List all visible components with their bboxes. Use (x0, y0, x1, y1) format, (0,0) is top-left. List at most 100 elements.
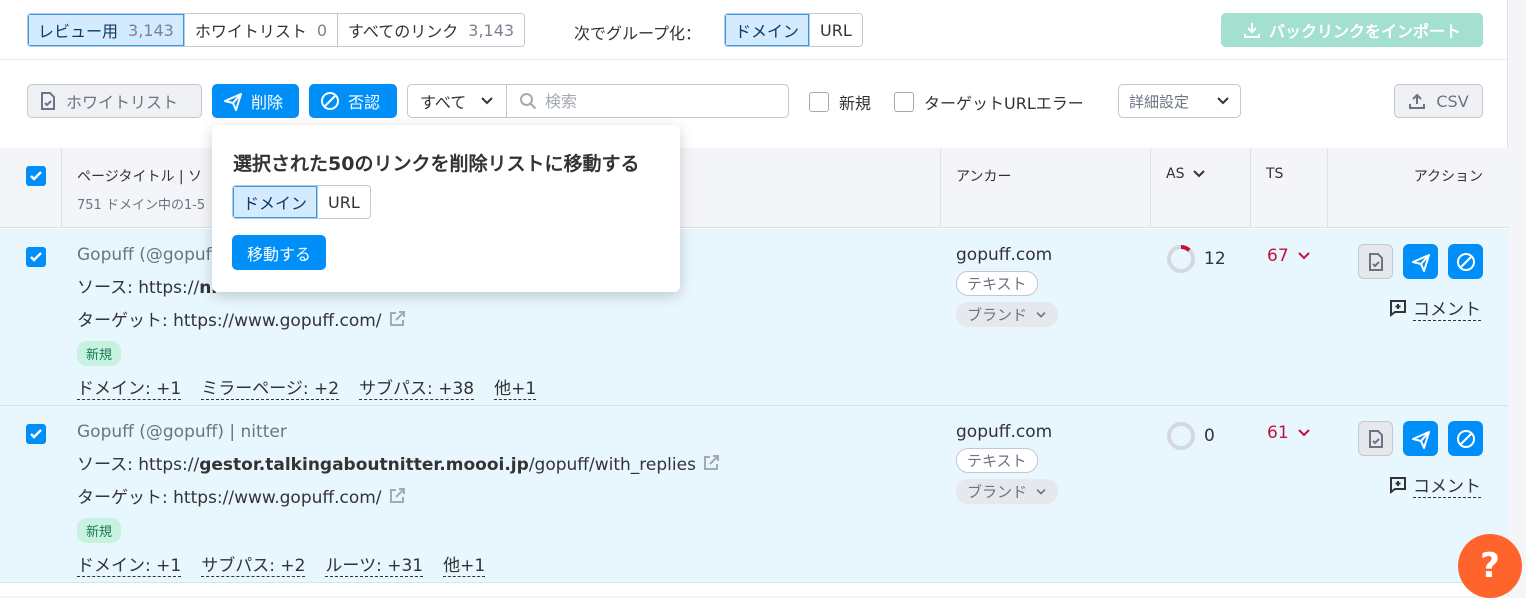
new-badge: 新規 (77, 518, 122, 543)
mirror-page-link[interactable]: ミラーページ: +2 (201, 374, 340, 400)
whitelist-doc-icon (1368, 252, 1383, 271)
anchor-cell: gopuff.com テキスト ブランド (956, 245, 1059, 327)
anchor-type-pill: テキスト (956, 448, 1038, 473)
popup-option-domain[interactable]: ドメイン (233, 186, 319, 218)
disavow-button[interactable]: 否認 (309, 84, 397, 118)
col-as[interactable]: AS (1151, 148, 1251, 228)
move-button[interactable]: 移動する (232, 235, 326, 270)
chevron-down-icon (481, 97, 493, 105)
group-by-url[interactable]: URL (810, 14, 862, 46)
row-whitelist-button[interactable] (1358, 421, 1393, 456)
search-icon (520, 93, 537, 110)
popup-option-url[interactable]: URL (318, 186, 370, 218)
whitelist-doc-icon (41, 92, 55, 110)
list-tabs: レビュー用 3,143 ホワイトリスト 0 すべてのリンク 3,143 (27, 13, 526, 47)
col-anchor: アンカー (941, 148, 1151, 228)
delete-button[interactable]: 削除 (212, 84, 299, 118)
other-link[interactable]: 他+1 (443, 551, 486, 577)
search-input[interactable] (545, 91, 765, 111)
send-icon (224, 93, 242, 111)
row-checkbox[interactable] (26, 424, 46, 444)
table-row: Gopuff (@gopuff) | nitter ソース: https://g… (0, 406, 1508, 583)
tab-all-links-count: 3,143 (468, 20, 515, 40)
target-line: ターゲット: https://www.gopuff.com/ (77, 306, 536, 331)
anchor-tag-dropdown[interactable]: ブランド (956, 302, 1059, 327)
ts-score[interactable]: 67 (1267, 246, 1311, 266)
as-gauge (1167, 245, 1195, 273)
link-group: ドメイン: +1 サブパス: +2 ルーツ: +31 他+1 (77, 551, 720, 577)
subpath-link[interactable]: サブパス: +2 (201, 551, 306, 577)
target-url-error-filter[interactable]: ターゲットURLエラー (894, 90, 1084, 114)
import-backlinks-button[interactable]: バックリンクをインポート (1221, 13, 1483, 47)
ban-icon (1456, 429, 1475, 448)
check-icon (30, 171, 42, 181)
roots-link[interactable]: ルーツ: +31 (325, 551, 424, 577)
add-comment-icon (1390, 300, 1406, 317)
as-score: 12 (1166, 244, 1226, 274)
backlink-audit-panel: レビュー用 3,143 ホワイトリスト 0 すべてのリンク 3,143 次でグループ化… (0, 0, 1508, 596)
move-to-delete-popup: 選択された50のリンクを削除リストに移動する ドメイン URL 移動する (212, 125, 680, 292)
whitelist-doc-icon (1368, 429, 1383, 448)
ban-icon (321, 92, 339, 110)
other-link[interactable]: 他+1 (494, 374, 537, 400)
comment-button[interactable]: コメント (1389, 472, 1481, 498)
tab-review[interactable]: レビュー用 3,143 (28, 14, 185, 46)
filter-select[interactable]: すべて (407, 84, 507, 118)
tab-all-links[interactable]: すべてのリンク 3,143 (338, 14, 525, 46)
check-icon (30, 252, 42, 262)
row-delete-button[interactable] (1403, 421, 1438, 456)
whitelist-button[interactable]: ホワイトリスト (27, 84, 202, 118)
upload-icon (1409, 93, 1426, 109)
anchor-cell: gopuff.com テキスト ブランド (956, 422, 1059, 504)
help-button[interactable]: ? (1458, 534, 1522, 598)
page-title: Gopuff (@gopuff) | nitter (77, 422, 287, 442)
row-details: Gopuff (@gopuff) | nitter ソース: https://g… (77, 422, 720, 577)
new-filter[interactable]: 新規 (809, 90, 871, 114)
group-by-domain[interactable]: ドメイン (725, 14, 811, 46)
chevron-down-icon (1036, 488, 1046, 495)
tab-whitelist-count: 0 (316, 20, 328, 40)
row-disavow-button[interactable] (1448, 421, 1483, 456)
csv-export-button[interactable]: CSV (1394, 84, 1483, 118)
ts-score[interactable]: 61 (1267, 423, 1311, 443)
target-url-error-checkbox[interactable] (894, 92, 914, 112)
add-comment-icon (1390, 477, 1406, 494)
link-group: ドメイン: +1 ミラーページ: +2 サブパス: +38 他+1 (77, 374, 537, 400)
external-link-icon[interactable] (388, 310, 406, 328)
external-link-icon[interactable] (702, 454, 720, 472)
chevron-down-icon (1297, 429, 1310, 437)
anchor-text: gopuff.com (956, 422, 1053, 442)
tab-whitelist[interactable]: ホワイトリスト 0 (184, 14, 339, 46)
anchor-tag-dropdown[interactable]: ブランド (956, 479, 1059, 504)
subpath-link[interactable]: サブパス: +38 (359, 374, 475, 400)
new-badge: 新規 (77, 341, 122, 366)
row-whitelist-button[interactable] (1358, 244, 1393, 279)
send-icon (1411, 430, 1430, 449)
search-box (506, 84, 789, 118)
advanced-settings-select[interactable]: 詳細設定 (1118, 84, 1241, 118)
external-link-icon[interactable] (388, 487, 406, 505)
group-by-label: 次でグループ化： (574, 24, 702, 43)
ban-icon (1456, 252, 1475, 271)
chevron-down-icon (1193, 170, 1206, 178)
chevron-down-icon (1217, 97, 1229, 105)
send-icon (1411, 253, 1430, 272)
download-icon (1243, 23, 1260, 38)
target-line: ターゲット: https://www.gopuff.com/ (77, 483, 720, 508)
chevron-down-icon (1297, 252, 1310, 260)
domain-link[interactable]: ドメイン: +1 (77, 551, 182, 577)
group-by-toggle: ドメイン URL (724, 13, 863, 47)
source-line: ソース: https://gestor.talkingaboutnitter.m… (77, 450, 720, 475)
domain-link[interactable]: ドメイン: +1 (77, 374, 182, 400)
select-all-checkbox[interactable] (26, 166, 46, 186)
row-checkbox[interactable] (26, 247, 46, 267)
row-disavow-button[interactable] (1448, 244, 1483, 279)
as-score: 0 (1166, 421, 1215, 451)
popup-group-toggle: ドメイン URL (232, 185, 371, 219)
tab-review-count: 3,143 (128, 20, 174, 40)
row-delete-button[interactable] (1403, 244, 1438, 279)
new-checkbox[interactable] (809, 92, 829, 112)
comment-button[interactable]: コメント (1389, 295, 1481, 321)
check-icon (30, 429, 42, 439)
select-all-cell (0, 148, 62, 228)
